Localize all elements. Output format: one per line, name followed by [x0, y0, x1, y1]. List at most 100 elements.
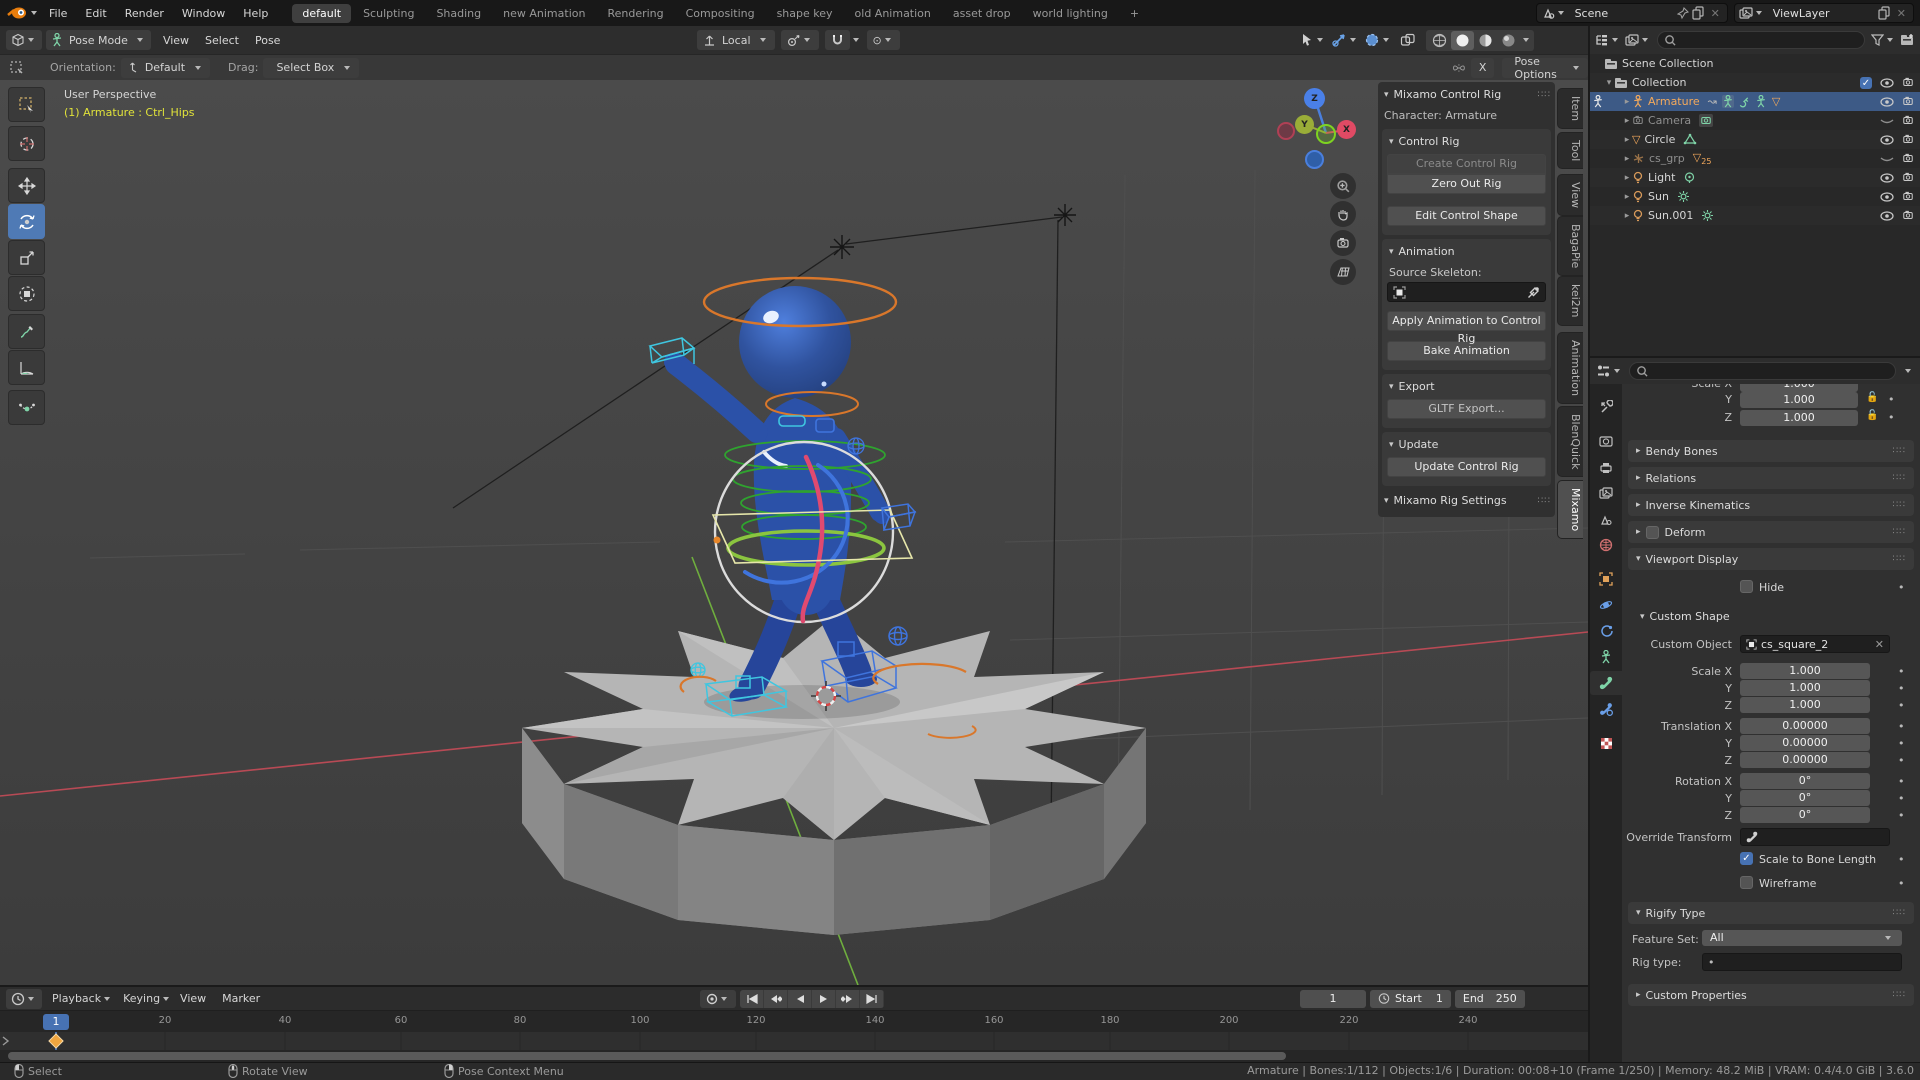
viewlayer-selector[interactable]: ViewLayer ✕ [1734, 3, 1914, 23]
hide-eye-icon[interactable] [1880, 97, 1894, 107]
scene-name[interactable]: Scene [1567, 7, 1677, 20]
override-transform-field[interactable] [1740, 828, 1890, 846]
panel-viewport-display[interactable]: ▾Viewport Display∷∷ [1628, 548, 1914, 570]
properties-options-caret[interactable] [1905, 369, 1911, 373]
disable-render-icon[interactable] [1902, 96, 1914, 107]
jump-to-end-button[interactable] [860, 990, 884, 1008]
export-header[interactable]: ▾Export [1387, 378, 1546, 397]
shading-dropdown-caret[interactable] [1523, 38, 1529, 42]
expand-icon[interactable]: ▸ [1622, 192, 1632, 202]
gizmo-axis-y[interactable]: Y [1295, 115, 1314, 134]
expand-icon[interactable]: ▸ [1622, 211, 1632, 221]
collection-checkbox[interactable]: ✓ [1860, 77, 1872, 89]
outliner-row-circle[interactable]: ▸ ▽ Circle [1590, 130, 1920, 149]
panel-deform[interactable]: ▸Deform∷∷ [1628, 521, 1914, 543]
source-skeleton-field[interactable] [1387, 282, 1546, 302]
bone-scale-z-field[interactable]: 1.000 [1740, 410, 1858, 426]
sidebar-tab-bagapie[interactable]: BagaPie [1557, 216, 1583, 276]
blender-logo-icon[interactable] [6, 5, 28, 21]
tool-select-box[interactable] [8, 87, 45, 122]
hide-eye-icon[interactable] [1880, 173, 1894, 183]
panel-inverse-kinematics[interactable]: ▸Inverse Kinematics∷∷ [1628, 494, 1914, 516]
remove-viewlayer-icon[interactable]: ✕ [1894, 7, 1909, 20]
viewport-zoom-button[interactable] [1330, 173, 1356, 199]
clear-custom-object-icon[interactable]: ✕ [1875, 638, 1884, 651]
expand-icon[interactable]: ▸ [1622, 173, 1632, 183]
eyedropper-icon[interactable] [1527, 286, 1540, 299]
workspace-tab-shape-key[interactable]: shape key [767, 4, 843, 23]
rig-type-field[interactable]: • [1702, 953, 1902, 971]
properties-search[interactable] [1629, 362, 1896, 380]
tab-scene[interactable] [1590, 507, 1622, 531]
tab-texture[interactable] [1590, 731, 1622, 755]
update-header[interactable]: ▾Update [1387, 436, 1546, 455]
expand-icon[interactable]: ▾ [1604, 78, 1614, 88]
gizmo-axis-x[interactable]: X [1337, 120, 1356, 139]
next-keyframe-button[interactable] [836, 990, 860, 1008]
viewport-ortho-button[interactable] [1330, 259, 1356, 285]
pivot-point-dropdown[interactable] [781, 30, 819, 50]
lock-icon[interactable]: 🔓 [1866, 410, 1878, 421]
gltf-export-button[interactable]: GLTF Export... [1387, 399, 1546, 419]
shading-rendered-button[interactable] [1497, 31, 1520, 50]
bone-scale-x-field[interactable]: 1.000 [1740, 384, 1858, 392]
outliner-search[interactable] [1657, 31, 1865, 49]
menu-file[interactable]: File [40, 3, 76, 24]
gizmo-axis-z[interactable]: Z [1304, 88, 1325, 109]
viewport-camera-button[interactable] [1330, 230, 1356, 256]
sidebar-tab-tool[interactable]: Tool [1557, 132, 1583, 169]
outliner-row-cs-grp[interactable]: ▸ cs_grp ▽25 [1590, 149, 1920, 168]
disable-render-icon[interactable] [1902, 210, 1914, 221]
tab-render[interactable] [1590, 429, 1622, 453]
new-collection-button[interactable] [1900, 33, 1915, 47]
tool-orientation-dropdown[interactable]: Default [121, 58, 210, 78]
xmirror-toggle[interactable]: X [1471, 58, 1495, 78]
workspace-tab-rendering[interactable]: Rendering [597, 4, 673, 23]
drag-mode-dropdown[interactable]: Select Box [263, 58, 359, 78]
disable-render-icon[interactable] [1902, 191, 1914, 202]
mixamo-rig-settings-header[interactable]: ▾Mixamo Rig Settings∷∷ [1382, 492, 1551, 511]
animate-dot[interactable]: • [1888, 393, 1895, 406]
feature-set-dropdown[interactable]: All [1702, 930, 1902, 946]
scale-to-bone-length-checkbox[interactable]: ✓ [1740, 852, 1753, 865]
gizmo-axis-x-neg[interactable] [1277, 122, 1295, 140]
prev-keyframe-button[interactable] [764, 990, 788, 1008]
tool-measure[interactable] [8, 350, 45, 385]
sidebar-tab-item[interactable]: Item [1557, 88, 1583, 129]
custom-shape-translation-y[interactable]: 0.00000 [1740, 735, 1870, 751]
pose-options-dropdown[interactable]: Pose Options [1502, 58, 1588, 78]
disable-render-icon[interactable] [1902, 172, 1914, 183]
viewlayer-name[interactable]: ViewLayer [1765, 7, 1875, 20]
expand-icon[interactable]: ▸ [1622, 97, 1632, 107]
sidebar-tab-kei2m[interactable]: kei2m [1557, 276, 1583, 326]
tab-object-constraints[interactable] [1590, 619, 1622, 643]
timeline-scrollbar[interactable] [8, 1052, 1286, 1060]
outliner-row-sun[interactable]: ▸ Sun [1590, 187, 1920, 206]
gizmo-toggle-dropdown[interactable] [1332, 33, 1359, 47]
tab-view-layer[interactable] [1590, 481, 1622, 505]
auto-key-toggle[interactable] [700, 990, 736, 1008]
edit-control-shape-button[interactable]: Edit Control Shape [1387, 206, 1546, 226]
outliner-row-armature[interactable]: ▸ Armature ↝ ▽ [1590, 92, 1920, 111]
frame-start-field[interactable]: Start1 [1370, 990, 1451, 1008]
shading-wireframe-button[interactable] [1428, 31, 1451, 50]
panel-grip[interactable]: ∷∷ [1538, 496, 1551, 506]
unlink-scene-icon[interactable]: ✕ [1708, 7, 1723, 20]
wireframe-checkbox[interactable] [1740, 876, 1753, 889]
lock-icon[interactable]: 🔓 [1866, 392, 1878, 403]
tab-bone[interactable] [1590, 671, 1622, 695]
custom-shape-subpanel-header[interactable]: ▾Custom Shape [1640, 610, 1730, 623]
workspace-tab-compositing[interactable]: Compositing [676, 4, 765, 23]
mode-selector[interactable]: Pose Mode [46, 30, 151, 50]
custom-shape-scale-x[interactable]: 1.000 [1740, 663, 1870, 679]
hide-eye-icon[interactable] [1880, 192, 1894, 202]
outliner-row-collection[interactable]: ▾ Collection ✓ [1590, 73, 1920, 92]
panel-custom-properties[interactable]: ▸Custom Properties∷∷ [1628, 984, 1914, 1006]
custom-shape-scale-z[interactable]: 1.000 [1740, 697, 1870, 713]
panel-relations[interactable]: ▸Relations∷∷ [1628, 467, 1914, 489]
shading-material-button[interactable] [1474, 31, 1497, 50]
custom-shape-rotation-z[interactable]: 0° [1740, 807, 1870, 823]
frame-end-field[interactable]: End250 [1455, 990, 1525, 1008]
viewport-3d[interactable]: User Perspective (1) Armature : Ctrl_Hip… [0, 80, 1588, 985]
tab-physics[interactable] [1590, 593, 1622, 617]
